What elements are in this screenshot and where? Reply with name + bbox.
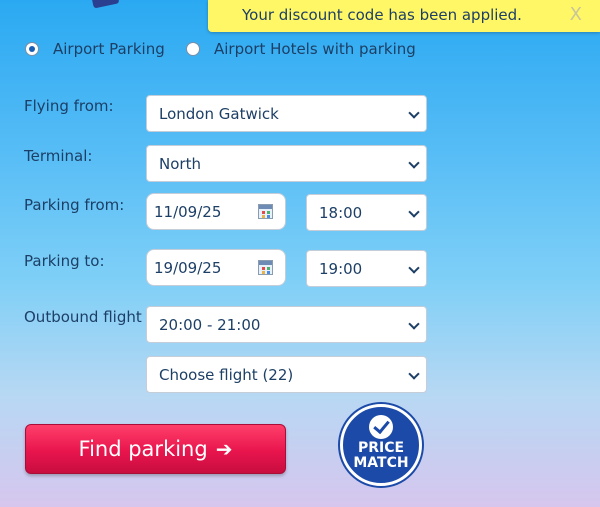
parking-to-time-value: 19:00 (319, 259, 363, 278)
flying-from-select[interactable]: London Gatwick (146, 95, 427, 132)
choose-flight-select[interactable]: Choose flight (22) (146, 356, 427, 393)
outbound-flight-window-value: 20:00 - 21:00 (159, 315, 261, 334)
radio-airport-parking[interactable]: Airport Parking (25, 40, 165, 58)
parking-to-time-select[interactable]: 19:00 (306, 250, 427, 287)
chevron-down-icon (408, 318, 420, 330)
price-match-badge: PRICE MATCH (340, 404, 422, 486)
arrow-right-icon: ➔ (215, 437, 233, 461)
terminal-value: North (159, 154, 201, 173)
parking-from-date-value: 11/09/25 (154, 202, 222, 221)
flying-from-value: London Gatwick (159, 104, 279, 123)
calendar-icon[interactable] (258, 204, 273, 219)
discount-notification: Your discount code has been applied. X (208, 0, 600, 32)
notification-message: Your discount code has been applied. (242, 6, 522, 24)
parking-from-time-value: 18:00 (319, 203, 363, 222)
parking-from-label: Parking from: (24, 196, 125, 214)
checkmark-icon (369, 415, 393, 439)
badge-line-2: MATCH (353, 455, 409, 471)
parking-to-label: Parking to: (24, 252, 105, 270)
flying-from-label: Flying from: (24, 97, 114, 115)
calendar-icon[interactable] (258, 260, 273, 275)
parking-from-time-select[interactable]: 18:00 (306, 194, 427, 231)
parking-to-date-value: 19/09/25 (154, 258, 222, 277)
chevron-down-icon (408, 262, 420, 274)
parking-to-date-input[interactable]: 19/09/25 (146, 249, 286, 286)
terminal-label: Terminal: (24, 147, 93, 165)
radio-airport-hotels-label: Airport Hotels with parking (214, 40, 416, 58)
close-notification-button[interactable]: X (570, 4, 582, 25)
choose-flight-value: Choose flight (22) (159, 365, 294, 384)
radio-checked-icon[interactable] (25, 42, 39, 56)
chevron-down-icon (408, 107, 420, 119)
parking-from-date-input[interactable]: 11/09/25 (146, 193, 286, 230)
find-parking-button[interactable]: Find parking ➔ (25, 424, 286, 474)
outbound-flight-label: Outbound flight (24, 308, 142, 326)
radio-unchecked-icon[interactable] (186, 42, 200, 56)
radio-airport-parking-label: Airport Parking (53, 40, 165, 58)
chevron-down-icon (408, 157, 420, 169)
brand-logo-fragment (90, 0, 120, 9)
find-parking-label: Find parking (78, 437, 208, 461)
outbound-flight-window-select[interactable]: 20:00 - 21:00 (146, 306, 427, 343)
chevron-down-icon (408, 368, 420, 380)
radio-airport-hotels[interactable]: Airport Hotels with parking (186, 40, 416, 58)
badge-line-1: PRICE (357, 440, 405, 456)
chevron-down-icon (408, 206, 420, 218)
terminal-select[interactable]: North (146, 145, 427, 182)
